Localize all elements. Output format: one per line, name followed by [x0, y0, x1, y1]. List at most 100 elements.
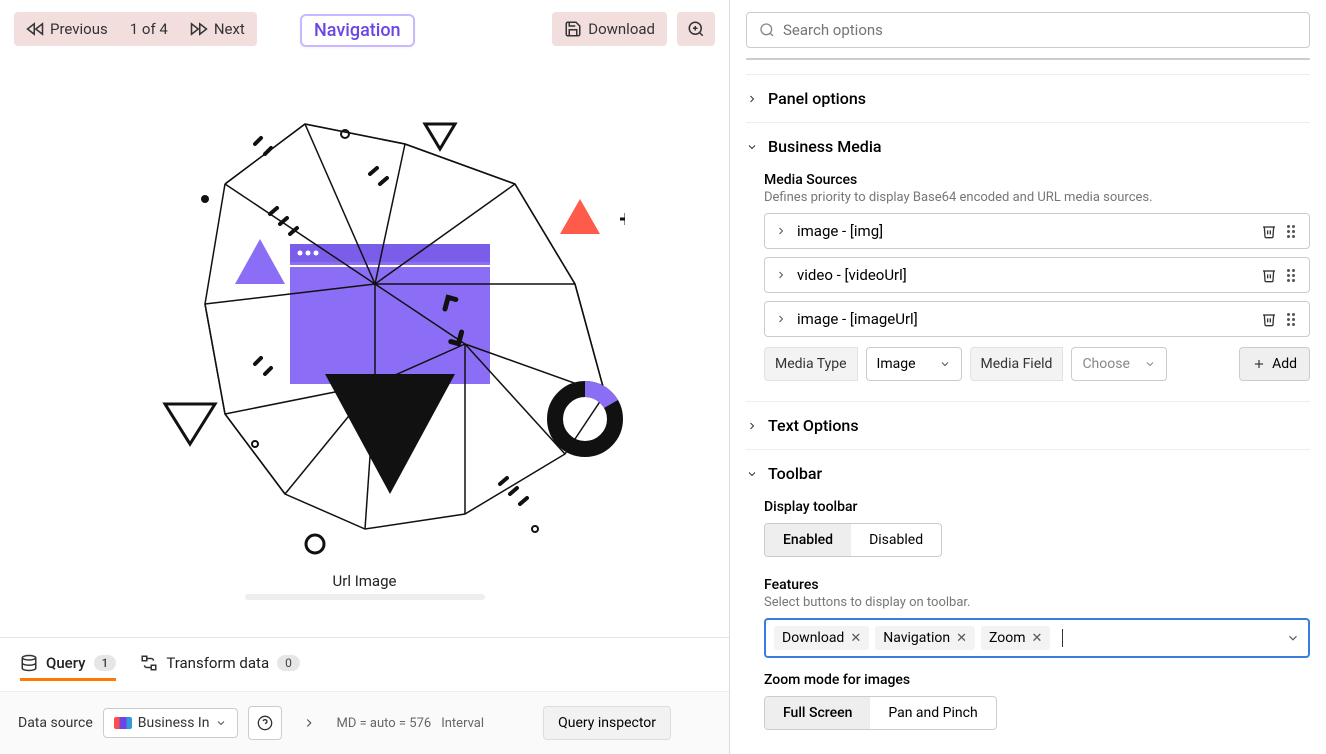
datasource-md: MD = auto = 576	[336, 716, 431, 731]
feature-chip-navigation[interactable]: Navigation✕	[875, 626, 975, 650]
media-source-item[interactable]: video - [videoUrl]	[764, 257, 1310, 293]
download-button[interactable]: Download	[552, 12, 667, 46]
section-text-options: Text Options	[746, 401, 1310, 449]
options-tabbar: All Overrides	[746, 58, 1310, 60]
media-sources-label: Media Sources	[764, 172, 1310, 188]
fast-forward-icon	[190, 20, 208, 38]
zoom-button[interactable]	[677, 12, 715, 46]
save-icon	[564, 20, 582, 38]
chevron-down-icon	[1144, 358, 1156, 370]
tab-overrides[interactable]: Overrides	[1028, 59, 1309, 60]
features-label: Features	[764, 577, 1310, 593]
display-toolbar-label: Display toolbar	[764, 499, 1310, 515]
media-source-item[interactable]: image - [img]	[764, 213, 1310, 249]
transform-icon	[140, 654, 158, 672]
section-panel-options: Panel options	[746, 74, 1310, 122]
datasource-logo	[114, 717, 132, 729]
tab-all[interactable]: All	[747, 59, 1028, 60]
page-indicator: 1 of 4	[120, 12, 178, 46]
section-toggle-toolbar[interactable]: Toolbar	[746, 458, 1310, 489]
image-toolbar: Previous 1 of 4 Next Download Navigation…	[0, 0, 729, 54]
drag-handle-icon[interactable]	[1287, 225, 1299, 238]
feature-chip-zoom[interactable]: Zoom✕	[981, 626, 1050, 650]
media-type-row: Media Type Image Media Field Choose Add	[764, 347, 1310, 381]
drag-handle-icon[interactable]	[1287, 313, 1299, 326]
image-caption: Url Image	[333, 564, 397, 594]
section-toggle-text-options[interactable]: Text Options	[746, 410, 1310, 441]
media-sources-desc: Defines priority to display Base64 encod…	[764, 190, 1310, 205]
database-icon	[20, 654, 38, 672]
text-cursor	[1062, 629, 1063, 647]
tab-query[interactable]: Query 1	[20, 648, 116, 681]
chevron-down-icon	[746, 468, 758, 480]
tab-transform[interactable]: Transform data 0	[140, 648, 300, 681]
datasource-next-button[interactable]	[292, 706, 326, 740]
media-field-label: Media Field	[970, 347, 1064, 381]
section-business-media: Business Media Media Sources Defines pri…	[746, 122, 1310, 401]
query-inspector-button[interactable]: Query inspector	[543, 706, 671, 740]
section-toggle-panel-options[interactable]: Panel options	[746, 83, 1310, 114]
preview-pane: Previous 1 of 4 Next Download Navigation…	[0, 0, 730, 754]
search-icon	[759, 22, 775, 38]
chevron-right-icon	[775, 225, 787, 237]
callout-navigation: Navigation	[300, 14, 415, 47]
features-desc: Select buttons to display on toolbar.	[764, 595, 1310, 610]
media-type-label: Media Type	[764, 347, 858, 381]
zoom-mode-panpinch[interactable]: Pan and Pinch	[870, 697, 995, 729]
image-preview: Url Image	[14, 54, 715, 627]
display-toolbar-toggle: Enabled Disabled	[764, 523, 942, 557]
datasource-interval: Interval	[441, 716, 484, 731]
drag-handle-icon[interactable]	[1287, 269, 1299, 282]
datasource-help-button[interactable]	[248, 706, 282, 740]
chevron-right-icon	[775, 269, 787, 281]
trash-icon[interactable]	[1261, 311, 1277, 327]
chevron-right-icon	[775, 313, 787, 325]
query-count-badge: 1	[94, 655, 117, 671]
search-options[interactable]	[746, 12, 1310, 48]
feature-chip-download[interactable]: Download✕	[774, 626, 869, 650]
zoom-mode-label: Zoom mode for images	[764, 672, 1310, 688]
zoom-mode-fullscreen[interactable]: Full Screen	[765, 697, 870, 729]
download-group: Download	[552, 12, 667, 46]
media-type-select[interactable]: Image	[866, 347, 962, 381]
horizontal-scrollbar[interactable]	[245, 594, 485, 600]
navigation-group: Previous 1 of 4 Next	[14, 12, 257, 46]
close-icon[interactable]: ✕	[850, 631, 861, 646]
chevron-down-icon	[939, 358, 951, 370]
close-icon[interactable]: ✕	[1032, 631, 1043, 646]
section-toolbar: Toolbar Display toolbar Enabled Disabled…	[746, 449, 1310, 748]
rewind-icon	[26, 20, 44, 38]
zoom-in-icon	[687, 20, 705, 38]
chevron-right-icon	[746, 93, 758, 105]
close-icon[interactable]: ✕	[956, 631, 967, 646]
datasource-row: Data source Business In MD = auto = 576 …	[0, 691, 729, 754]
trash-icon[interactable]	[1261, 223, 1277, 239]
chevron-down-icon	[746, 141, 758, 153]
chevron-right-icon	[746, 420, 758, 432]
toolbar-enabled-option[interactable]: Enabled	[765, 524, 851, 556]
section-toggle-business-media[interactable]: Business Media	[746, 131, 1310, 162]
media-field-select[interactable]: Choose	[1071, 347, 1167, 381]
add-media-button[interactable]: Add	[1239, 347, 1310, 381]
plus-icon	[1252, 357, 1266, 371]
previous-button[interactable]: Previous	[14, 12, 120, 46]
features-multiselect[interactable]: Download✕ Navigation✕ Zoom✕	[764, 618, 1310, 658]
media-source-list: image - [img] video - [videoUrl] image -…	[764, 213, 1310, 337]
chevron-right-icon	[302, 716, 316, 730]
zoom-group	[677, 12, 715, 46]
datasource-label: Data source	[18, 715, 93, 731]
datasource-select[interactable]: Business In	[103, 708, 239, 738]
trash-icon[interactable]	[1261, 267, 1277, 283]
media-source-item[interactable]: image - [imageUrl]	[764, 301, 1310, 337]
search-input[interactable]	[783, 21, 1297, 39]
next-button[interactable]: Next	[178, 12, 257, 46]
options-pane: All Overrides Panel options Business Med…	[730, 0, 1326, 754]
chevron-down-icon	[215, 717, 227, 729]
preview-image	[105, 84, 625, 564]
help-icon	[257, 715, 273, 731]
chevron-down-icon[interactable]	[1286, 631, 1300, 645]
toolbar-disabled-option[interactable]: Disabled	[851, 524, 941, 556]
transform-count-badge: 0	[277, 655, 300, 671]
zoom-mode-toggle: Full Screen Pan and Pinch	[764, 696, 997, 730]
bottom-tabs: Query 1 Transform data 0	[0, 637, 729, 691]
